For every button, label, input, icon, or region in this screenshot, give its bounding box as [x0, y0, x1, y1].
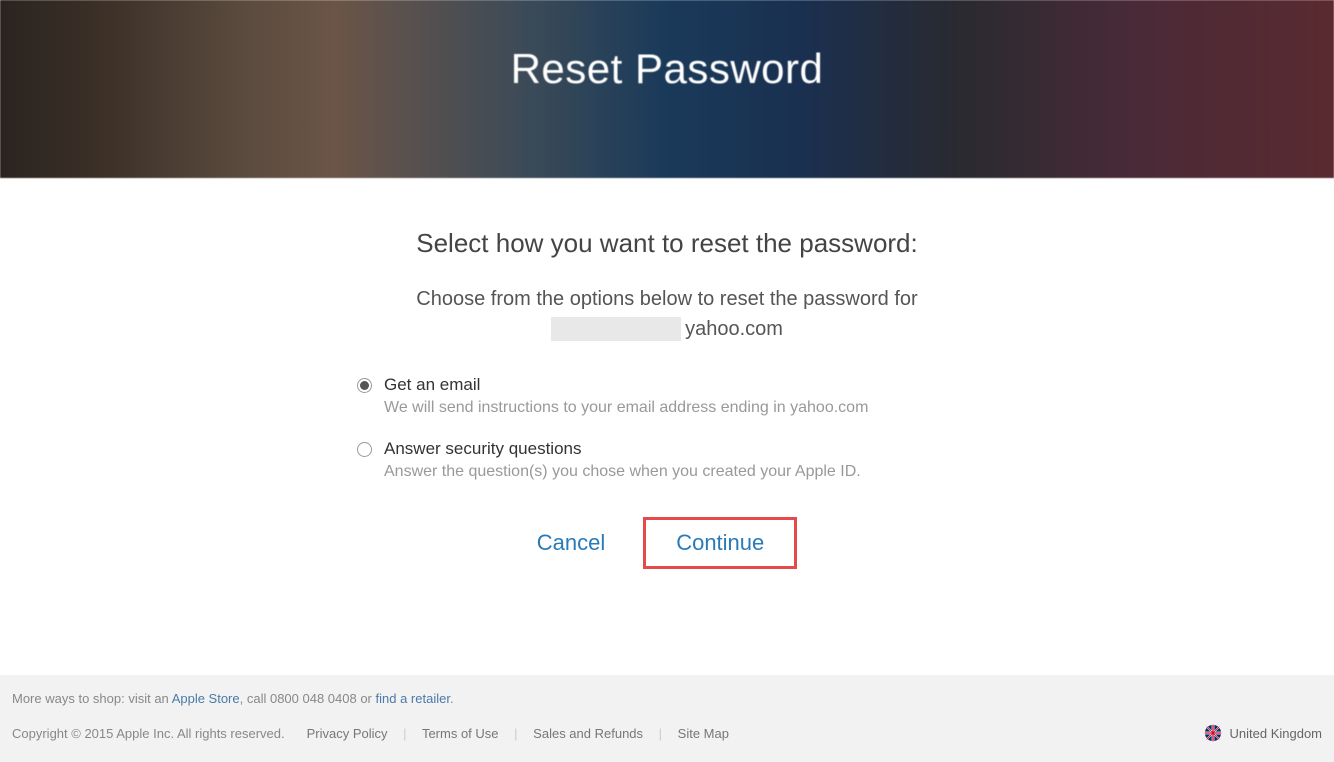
- subinstruction-text: Choose from the options below to reset t…: [20, 283, 1314, 315]
- footer-shop-text: More ways to shop: visit an Apple Store,…: [12, 691, 1322, 706]
- option-description: Answer the question(s) you chose when yo…: [384, 463, 977, 481]
- footer-nav-privacy[interactable]: Privacy Policy: [307, 726, 388, 741]
- copyright-text: Copyright © 2015 Apple Inc. All rights r…: [12, 726, 285, 741]
- hero-banner: Reset Password: [0, 0, 1334, 178]
- footer-nav-sales[interactable]: Sales and Refunds: [533, 726, 643, 741]
- footer-nav-terms[interactable]: Terms of Use: [422, 726, 499, 741]
- uk-flag-icon: [1204, 724, 1222, 742]
- locale-label: United Kingdom: [1230, 726, 1323, 741]
- highlight-annotation: Continue: [643, 517, 797, 569]
- option-label: Get an email: [384, 375, 977, 395]
- apple-store-link[interactable]: Apple Store: [172, 691, 240, 706]
- reset-options: Get an email We will send instructions t…: [357, 375, 977, 481]
- email-display: yahoo.com: [20, 317, 1314, 341]
- option-description: We will send instructions to your email …: [384, 399, 977, 417]
- action-buttons: Cancel Continue: [20, 517, 1314, 569]
- redacted-email-prefix: [551, 317, 681, 341]
- main-content: Select how you want to reset the passwor…: [0, 178, 1334, 609]
- locale-selector[interactable]: United Kingdom: [1204, 724, 1323, 742]
- page-title: Reset Password: [511, 45, 824, 93]
- footer-nav-sitemap[interactable]: Site Map: [678, 726, 729, 741]
- find-retailer-link[interactable]: find a retailer: [376, 691, 450, 706]
- cancel-button[interactable]: Cancel: [537, 530, 605, 556]
- instruction-heading: Select how you want to reset the passwor…: [20, 228, 1314, 259]
- email-domain: yahoo.com: [685, 318, 783, 341]
- continue-button[interactable]: Continue: [648, 522, 792, 564]
- option-label: Answer security questions: [384, 439, 977, 459]
- radio-security-questions[interactable]: [357, 442, 372, 457]
- option-get-email[interactable]: Get an email We will send instructions t…: [357, 375, 977, 417]
- option-security-questions[interactable]: Answer security questions Answer the que…: [357, 439, 977, 481]
- page-footer: More ways to shop: visit an Apple Store,…: [0, 675, 1334, 762]
- radio-get-email[interactable]: [357, 378, 372, 393]
